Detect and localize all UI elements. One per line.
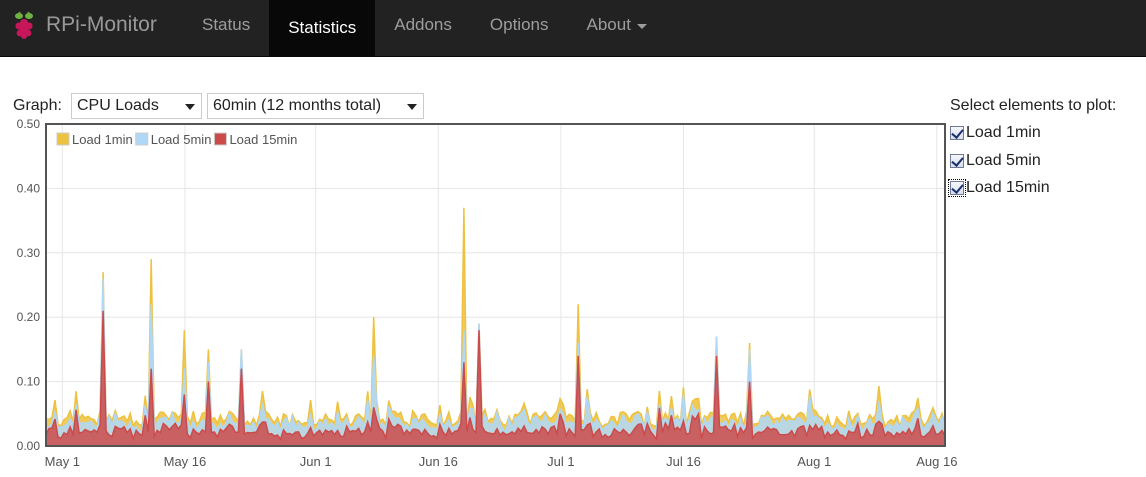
nav-about[interactable]: About [568,0,666,50]
graph-label: Graph: [13,97,62,114]
x-tick-label: Jun 16 [419,454,458,469]
nav-status-label: Status [202,15,251,34]
nav-options-label: Options [489,15,549,34]
legend-label: Load 15min [229,132,297,147]
caret-down-icon [636,23,647,29]
y-tick-label: 0.00 [17,439,41,453]
legend-swatch [56,132,70,146]
x-tick-label: May 1 [45,454,80,469]
x-tick-label: Jun 1 [300,454,332,469]
legend-swatch [135,132,149,146]
nav-about-label: About [586,15,631,34]
x-tick-label: May 16 [164,454,207,469]
nav-statistics[interactable]: Statistics [269,0,376,56]
brand-title: RPi-Monitor [46,13,157,36]
x-tick-label: Jul 1 [547,454,574,469]
brand[interactable]: RPi-Monitor [0,0,157,50]
legend-swatch [213,132,227,146]
legend-label: Load 5min [151,132,212,147]
x-tick-label: Jul 16 [666,454,701,469]
main-nav: Status Statistics Addons Options About [183,0,666,57]
y-tick-label: 0.30 [17,246,41,260]
x-tick-label: Aug 1 [797,454,831,469]
nav-status[interactable]: Status [183,0,269,50]
y-tick-label: 0.50 [17,117,41,131]
dropdown-arrow-icon [407,104,417,110]
nav-statistics-label: Statistics [288,18,357,37]
y-tick-label: 0.10 [17,375,41,389]
x-tick-label: Aug 16 [916,454,957,469]
plot-select-title: Select elements to plot: [950,97,1117,114]
navbar: RPi-Monitor Status Statistics Addons Opt… [0,0,1146,57]
y-tick-label: 0.20 [17,310,41,324]
y-tick-label: 0.40 [17,181,41,195]
nav-options[interactable]: Options [471,0,568,50]
nav-addons[interactable]: Addons [375,0,471,50]
cpu-load-chart[interactable]: 0.00 0.10 0.20 0.30 0.40 0.50 May 1 May 16 Jun 1… [0,115,1146,477]
legend-label: Load 1min [72,132,133,147]
period-select-value: 60min (12 months total) [213,97,382,114]
graph-select-value: CPU Loads [77,97,159,114]
raspberry-icon [15,11,33,39]
nav-addons-label: Addons [394,15,452,34]
dropdown-arrow-icon [185,104,195,110]
